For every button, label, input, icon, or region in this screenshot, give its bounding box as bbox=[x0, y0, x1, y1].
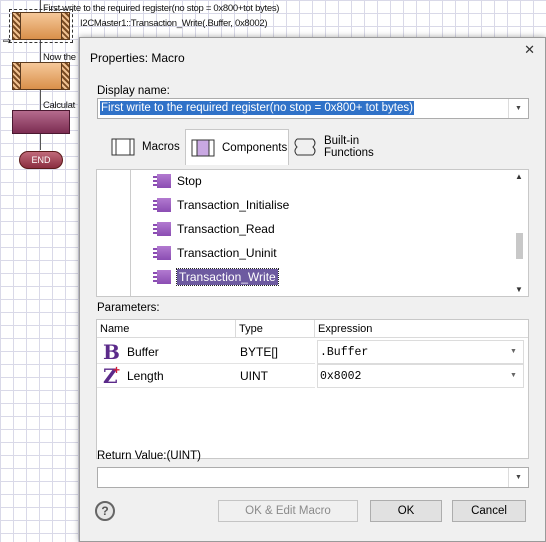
scrollbar-thumb[interactable] bbox=[516, 233, 523, 259]
tree-item-label: Transaction_Initialise bbox=[177, 198, 290, 212]
column-header-expression[interactable]: Expression bbox=[315, 320, 528, 338]
flow-block-comment-2: Now the bbox=[43, 52, 76, 63]
scroll-down-icon[interactable]: ▼ bbox=[515, 285, 523, 294]
close-icon[interactable]: ✕ bbox=[524, 42, 535, 58]
plus-icon: + bbox=[113, 362, 121, 377]
macro-icon bbox=[153, 196, 173, 214]
column-header-type[interactable]: Type bbox=[236, 320, 315, 338]
tab-builtin-functions[interactable]: Built-in Functions bbox=[292, 129, 412, 165]
return-value-combo[interactable]: ▼ bbox=[97, 467, 529, 488]
tree-item[interactable]: Transaction_Read bbox=[153, 219, 275, 239]
macro-icon bbox=[153, 172, 173, 190]
byte-param-icon: B bbox=[103, 339, 120, 364]
display-name-value[interactable]: First write to the required register(no … bbox=[100, 101, 414, 115]
ok-button[interactable]: OK bbox=[370, 500, 442, 522]
param-type: BYTE[] bbox=[236, 340, 315, 364]
tree-connector bbox=[130, 170, 131, 296]
return-value-label: Return Value:(UINT) bbox=[97, 450, 201, 462]
flow-block-comment: First write to the required register(no … bbox=[43, 3, 280, 14]
flow-end-terminator[interactable]: END bbox=[19, 151, 63, 169]
macro-icon bbox=[111, 138, 135, 156]
macro-tree[interactable]: Stop Transaction_Initialise Transaction_… bbox=[96, 169, 529, 297]
arrow-right-icon: ⇨ bbox=[3, 36, 12, 47]
display-name-label: Display name: bbox=[97, 85, 170, 97]
macro-icon bbox=[153, 244, 173, 262]
tree-item-label: Transaction_Write bbox=[176, 268, 279, 286]
chevron-down-icon[interactable]: ▼ bbox=[508, 468, 528, 487]
param-expression-field[interactable]: .Buffer ▼ bbox=[317, 340, 524, 364]
display-name-combo[interactable]: First write to the required register(no … bbox=[97, 98, 529, 119]
param-type: UINT bbox=[236, 364, 315, 388]
uint-param-icon: Z + bbox=[103, 363, 127, 386]
help-icon: ? bbox=[101, 504, 109, 518]
column-header-name[interactable]: Name bbox=[97, 320, 236, 338]
cancel-button[interactable]: Cancel bbox=[452, 500, 526, 522]
tree-item-label: Transaction_Read bbox=[177, 222, 275, 236]
macro-icon bbox=[153, 220, 173, 238]
ok-edit-macro-button[interactable]: OK & Edit Macro bbox=[218, 500, 358, 522]
param-expression[interactable]: .Buffer bbox=[320, 346, 368, 359]
tree-item[interactable]: Transaction_Uninit bbox=[153, 243, 277, 263]
help-button[interactable]: ? bbox=[95, 501, 115, 521]
scroll-up-icon[interactable]: ▲ bbox=[515, 172, 523, 181]
tree-item-label: Transaction_Uninit bbox=[177, 246, 277, 260]
tab-macros[interactable]: Macros bbox=[110, 129, 185, 165]
parameters-grid[interactable]: Name Type Expression B Buffer BYTE[] .Bu… bbox=[96, 319, 529, 459]
tree-item-label: Stop bbox=[177, 174, 202, 188]
param-name-cell: Z + Length bbox=[97, 363, 236, 388]
parameters-label: Parameters: bbox=[97, 302, 160, 314]
tab-macros-label: Macros bbox=[142, 141, 180, 153]
component-icon bbox=[191, 139, 215, 156]
tree-item-selected[interactable]: Transaction_Write bbox=[153, 267, 279, 287]
param-expression-field[interactable]: 0x8002 ▼ bbox=[317, 364, 524, 388]
tab-components[interactable]: Components bbox=[185, 129, 289, 165]
dialog-title: Properties: Macro bbox=[90, 51, 185, 65]
table-row[interactable]: B Buffer BYTE[] .Buffer ▼ bbox=[97, 340, 528, 364]
macro-icon bbox=[153, 268, 173, 286]
param-name: Buffer bbox=[127, 344, 159, 359]
flow-macro-block-selected[interactable] bbox=[9, 9, 73, 43]
builtin-function-icon bbox=[294, 138, 316, 156]
tab-builtin-functions-label: Built-in Functions bbox=[323, 135, 374, 159]
chevron-down-icon[interactable]: ▼ bbox=[504, 341, 523, 363]
tree-item[interactable]: Stop bbox=[153, 171, 202, 191]
tab-components-label: Components bbox=[222, 141, 288, 154]
properties-macro-dialog: Properties: Macro ✕ Display name: First … bbox=[79, 37, 546, 542]
chevron-down-icon[interactable]: ▼ bbox=[504, 365, 523, 387]
flow-macro-block[interactable] bbox=[12, 62, 70, 90]
param-name: Length bbox=[127, 368, 164, 383]
param-expression[interactable]: 0x8002 bbox=[320, 370, 361, 383]
tree-item[interactable]: Transaction_Initialise bbox=[153, 195, 289, 215]
table-row[interactable]: Z + Length UINT 0x8002 ▼ bbox=[97, 363, 528, 388]
flow-calculation-block[interactable] bbox=[12, 110, 70, 134]
tree-scrollbar[interactable]: ▲ ▼ bbox=[511, 170, 528, 296]
flow-block-call: I2CMaster1::Transaction_Write(.Buffer, 0… bbox=[80, 18, 268, 29]
chevron-down-icon[interactable]: ▼ bbox=[508, 99, 528, 118]
